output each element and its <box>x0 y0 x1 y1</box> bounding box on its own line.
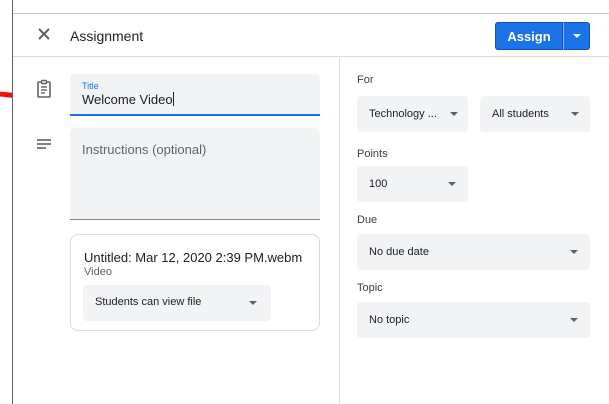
chevron-down-icon <box>450 112 458 116</box>
title-field[interactable]: Title Welcome Video <box>70 74 320 116</box>
title-field-label: Title <box>82 81 99 91</box>
chevron-down-icon <box>249 301 257 305</box>
assign-button[interactable]: Assign <box>495 22 563 50</box>
attachment-type: Video <box>84 266 112 278</box>
assign-options-button[interactable] <box>563 22 590 50</box>
due-dropdown-value: No due date <box>369 246 429 258</box>
students-dropdown-value: All students <box>492 108 549 120</box>
file-permission-dropdown[interactable]: Students can view file <box>83 285 271 321</box>
chevron-down-icon <box>570 250 578 254</box>
students-dropdown[interactable]: All students <box>480 96 590 132</box>
caret-down-icon <box>572 34 581 38</box>
instructions-placeholder: Instructions (optional) <box>82 142 207 157</box>
for-label: For <box>357 74 374 86</box>
class-dropdown-value: Technology ... <box>369 108 437 120</box>
chevron-down-icon <box>571 112 579 116</box>
chevron-down-icon <box>448 182 456 186</box>
assignment-dialog: Assignment Assign Title Welcome Video In… <box>12 0 609 404</box>
topic-dropdown-value: No topic <box>369 314 410 326</box>
points-label: Points <box>357 148 388 160</box>
dialog-header: Assignment Assign <box>13 15 609 57</box>
topic-label: Topic <box>357 282 383 294</box>
assignment-icon <box>37 79 51 98</box>
topic-dropdown[interactable]: No topic <box>357 302 590 338</box>
panel-divider <box>339 58 340 404</box>
assign-button-group: Assign <box>495 22 590 50</box>
instructions-field[interactable]: Instructions (optional) <box>70 128 320 220</box>
points-dropdown[interactable]: 100 <box>357 166 468 202</box>
text-cursor <box>172 92 174 106</box>
attachment-card[interactable]: Untitled: Mar 12, 2020 2:39 PM.webm Vide… <box>70 234 320 331</box>
chevron-down-icon <box>570 318 578 322</box>
file-permission-value: Students can view file <box>95 296 202 308</box>
points-dropdown-value: 100 <box>369 178 388 190</box>
due-label: Due <box>357 214 378 226</box>
dialog-title: Assignment <box>70 28 144 44</box>
due-dropdown[interactable]: No due date <box>357 234 590 270</box>
title-field-value: Welcome Video <box>82 92 173 107</box>
close-icon[interactable] <box>33 23 55 45</box>
notes-icon <box>37 139 51 149</box>
top-strip <box>13 0 609 14</box>
title-field-value-wrap: Welcome Video <box>82 92 174 107</box>
class-dropdown[interactable]: Technology ... <box>357 96 468 132</box>
attachment-name: Untitled: Mar 12, 2020 2:39 PM.webm <box>84 250 303 265</box>
